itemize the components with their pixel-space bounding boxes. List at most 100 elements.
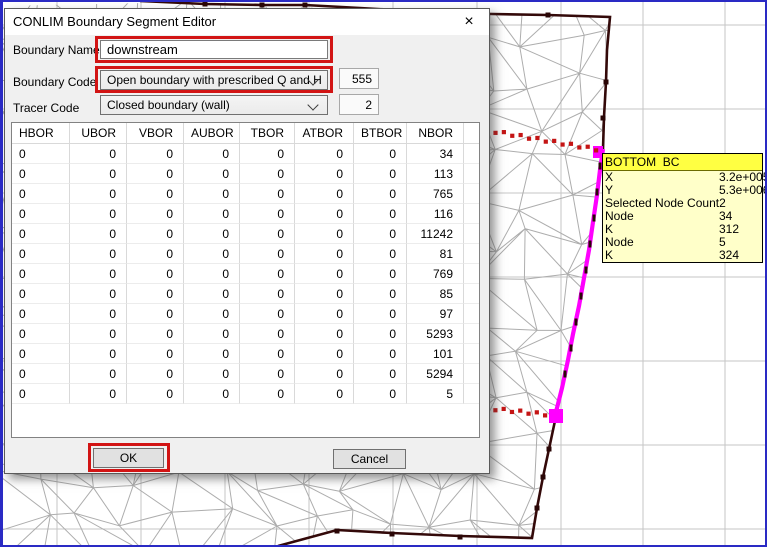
table-cell: 116 <box>407 204 464 224</box>
column-header-nbor: NBOR <box>407 123 464 144</box>
table-cell: 0 <box>240 344 295 364</box>
table-cell: 765 <box>407 184 464 204</box>
boundary-values-table[interactable]: HBOR UBOR VBOR AUBOR TBOR ATBOR BTBOR NBOR 0000… <box>11 122 480 438</box>
table-cell: 0 <box>70 204 127 224</box>
table-cell: 0 <box>354 204 407 224</box>
chevron-down-icon <box>307 99 319 111</box>
table-cell: 0 <box>12 144 70 164</box>
table-cell: 0 <box>354 344 407 364</box>
table-cell: 5 <box>407 384 464 404</box>
boundary-code-value-box[interactable]: 555 <box>339 68 379 89</box>
table-cell: 0 <box>70 284 127 304</box>
tracer-code-select[interactable]: Closed boundary (wall) <box>100 95 328 115</box>
table-row[interactable]: 0 0 0 0 0 0 0 765 <box>12 184 479 204</box>
tooltip-title: BOTTOM BC <box>603 154 762 171</box>
table-cell: 0 <box>295 184 354 204</box>
table-cell: 0 <box>184 284 240 304</box>
table-cell: 0 <box>12 384 70 404</box>
table-cell: 5293 <box>407 324 464 344</box>
tooltip-row: K 324 <box>605 248 740 262</box>
column-header-vbor: VBOR <box>127 123 184 144</box>
column-header-hbor: HBOR <box>12 123 70 144</box>
table-cell: 0 <box>295 224 354 244</box>
table-cell: 0 <box>184 324 240 344</box>
tooltip-rows: X 3.2e+005 Y 5.3e+006 Selected Node Count 2 No… <box>603 171 767 262</box>
table-cell: 0 <box>70 304 127 324</box>
table-row[interactable]: 0 0 0 0 0 0 0 11242 <box>12 224 479 244</box>
table-row[interactable]: 0 0 0 0 0 0 0 5294 <box>12 364 479 384</box>
table-row[interactable]: 0 0 0 0 0 0 0 113 <box>12 164 479 184</box>
table-cell: 0 <box>70 144 127 164</box>
table-cell: 0 <box>295 344 354 364</box>
table-cell: 0 <box>184 384 240 404</box>
table-row[interactable]: 0 0 0 0 0 0 0 5293 <box>12 324 479 344</box>
table-cell: 0 <box>12 244 70 264</box>
table-cell: 0 <box>354 244 407 264</box>
table-cell: 0 <box>240 224 295 244</box>
table-cell: 0 <box>184 224 240 244</box>
dialog-title: CONLIM Boundary Segment Editor <box>13 14 217 29</box>
table-cell: 0 <box>240 364 295 384</box>
table-cell: 0 <box>127 324 184 344</box>
table-cell: 0 <box>295 324 354 344</box>
dialog-titlebar[interactable]: CONLIM Boundary Segment Editor × <box>5 9 489 35</box>
table-cell: 0 <box>184 244 240 264</box>
table-cell: 0 <box>240 284 295 304</box>
boundary-code-selected-option: Open boundary with prescribed Q and H <box>107 73 322 87</box>
table-cell: 113 <box>407 164 464 184</box>
table-cell: 0 <box>70 184 127 204</box>
boundary-end-handle[interactable] <box>549 409 563 423</box>
table-cell: 0 <box>70 324 127 344</box>
boundary-name-input[interactable] <box>100 40 328 59</box>
table-cell: 0 <box>70 264 127 284</box>
table-row[interactable]: 0 0 0 0 0 0 0 97 <box>12 304 479 324</box>
table-cell: 0 <box>70 224 127 244</box>
table-cell: 0 <box>184 204 240 224</box>
table-cell: 0 <box>184 144 240 164</box>
table-cell: 0 <box>127 144 184 164</box>
cancel-button[interactable]: Cancel <box>333 449 406 469</box>
table-cell: 0 <box>240 204 295 224</box>
table-cell: 0 <box>295 384 354 404</box>
table-cell: 0 <box>184 264 240 284</box>
table-body: 0 0 0 0 0 0 0 34 0 0 0 0 0 0 0 113 0 0 0 0 0 0 0 765 0 0 0 0 0 0 0 116 0… <box>12 144 479 404</box>
table-cell: 769 <box>407 264 464 284</box>
table-cell: 0 <box>70 384 127 404</box>
boundary-code-select[interactable]: Open boundary with prescribed Q and H <box>100 70 328 90</box>
table-row[interactable]: 0 0 0 0 0 0 0 34 <box>12 144 479 164</box>
table-cell: 0 <box>295 244 354 264</box>
table-cell: 0 <box>127 204 184 224</box>
tracer-code-value-box[interactable]: 2 <box>339 94 379 115</box>
table-cell: 0 <box>127 224 184 244</box>
table-row[interactable]: 0 0 0 0 0 0 0 116 <box>12 204 479 224</box>
ok-button[interactable]: OK <box>93 448 164 468</box>
table-cell: 0 <box>127 364 184 384</box>
table-cell: 0 <box>70 164 127 184</box>
table-cell: 0 <box>240 384 295 404</box>
table-cell: 0 <box>12 324 70 344</box>
table-cell: 0 <box>354 164 407 184</box>
column-header-atbor: ATBOR <box>295 123 354 144</box>
table-cell: 0 <box>354 364 407 384</box>
table-row[interactable]: 00000005 <box>12 384 479 404</box>
boundary-code-label: Boundary Code <box>13 75 97 89</box>
boundary-name-label: Boundary Name <box>13 43 100 57</box>
column-header-tbor: TBOR <box>240 123 295 144</box>
table-cell: 0 <box>127 344 184 364</box>
column-header-ubor: UBOR <box>70 123 127 144</box>
table-row[interactable]: 0 0 0 0 0 0 0 85 <box>12 284 479 304</box>
table-cell: 0 <box>127 284 184 304</box>
table-row[interactable]: 0 0 0 0 0 0 0 769 <box>12 264 479 284</box>
tracer-code-label: Tracer Code <box>13 101 80 115</box>
table-cell: 0 <box>354 144 407 164</box>
table-cell: 0 <box>295 164 354 184</box>
close-icon[interactable]: × <box>458 12 480 32</box>
table-cell: 0 <box>184 184 240 204</box>
table-row[interactable]: 0 0 0 0 0 0 0 81 <box>12 244 479 264</box>
table-cell: 0 <box>240 304 295 324</box>
tracer-code-selected-option: Closed boundary (wall) <box>107 98 230 112</box>
table-cell: 11242 <box>407 224 464 244</box>
table-cell: 0 <box>354 224 407 244</box>
table-row[interactable]: 0 0 0 0 0 0 0 101 <box>12 344 479 364</box>
table-cell: 0 <box>354 284 407 304</box>
